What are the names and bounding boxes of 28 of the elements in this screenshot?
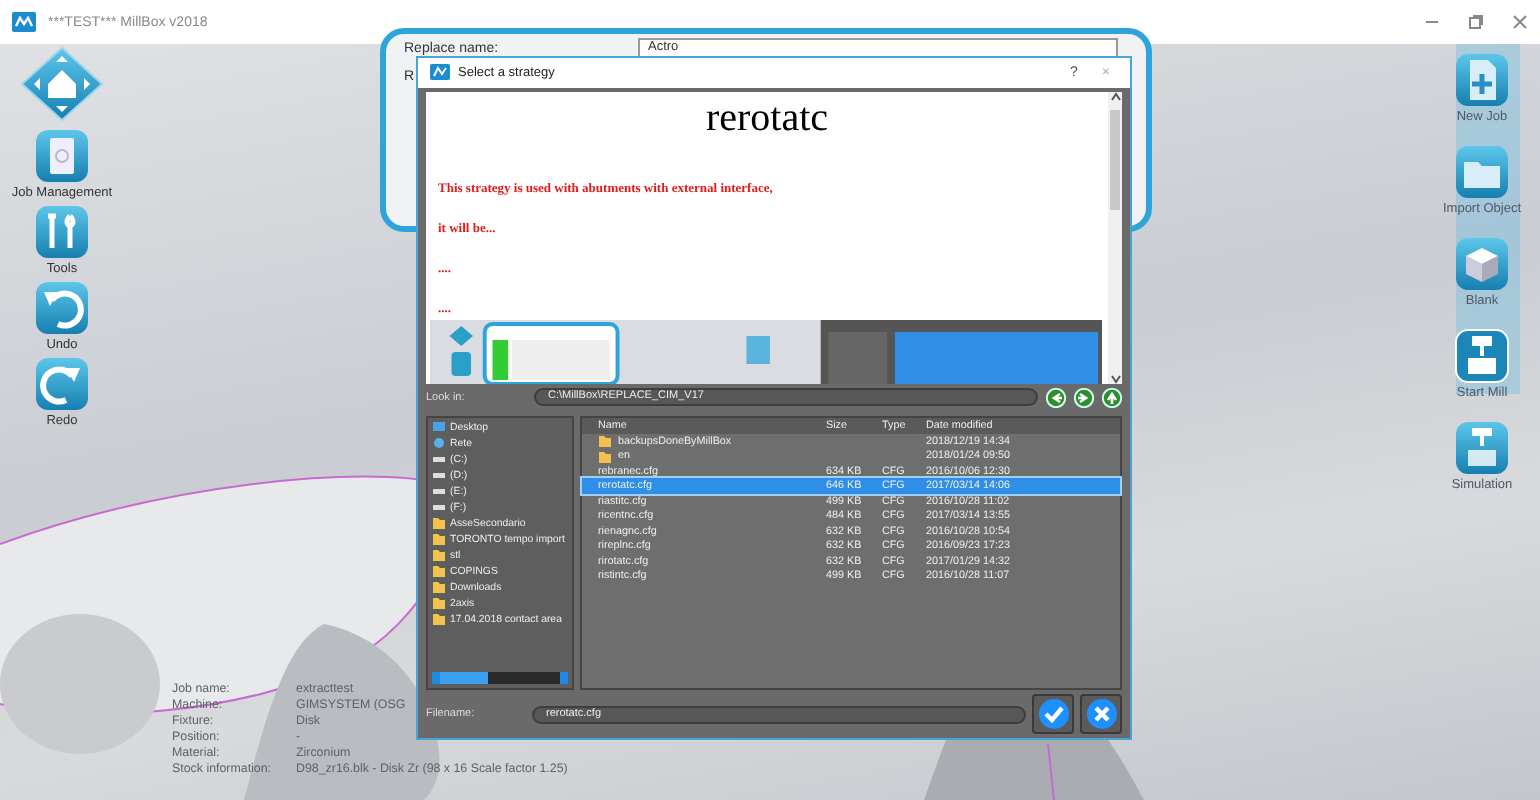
- redo-icon: [34, 356, 90, 412]
- scrollbar[interactable]: [1108, 91, 1122, 384]
- restore-icon[interactable]: [1468, 14, 1484, 30]
- app-logo-icon: [12, 12, 36, 32]
- close-icon[interactable]: [1512, 14, 1528, 30]
- scroll-down-icon[interactable]: [1109, 373, 1121, 384]
- cancel-button[interactable]: [1080, 694, 1122, 734]
- checkmark-icon: [1037, 698, 1069, 730]
- back-icon[interactable]: [1046, 387, 1066, 408]
- simulation-icon: [1453, 420, 1510, 476]
- folder-icon: [1453, 144, 1510, 200]
- block-icon: [1454, 236, 1510, 292]
- up-icon[interactable]: [1102, 387, 1122, 408]
- scroll-up-icon[interactable]: [1109, 91, 1121, 102]
- horizontal-scrollbar[interactable]: [432, 672, 568, 684]
- cross-icon: [1085, 698, 1117, 730]
- document-icon: [33, 128, 90, 184]
- strategy-heading: rerotatc: [703, 95, 831, 142]
- tools-icon: [34, 204, 90, 260]
- milling-machine-icon: [1454, 328, 1510, 384]
- network-icon: [432, 436, 446, 451]
- confirm-button[interactable]: [1032, 694, 1074, 734]
- undo-icon: [34, 280, 90, 336]
- desktop-icon: [432, 420, 446, 435]
- new-document-icon: [1454, 52, 1510, 108]
- home-icon[interactable]: [18, 44, 106, 124]
- forward-icon[interactable]: [1074, 387, 1094, 408]
- app-logo-icon: [430, 64, 450, 81]
